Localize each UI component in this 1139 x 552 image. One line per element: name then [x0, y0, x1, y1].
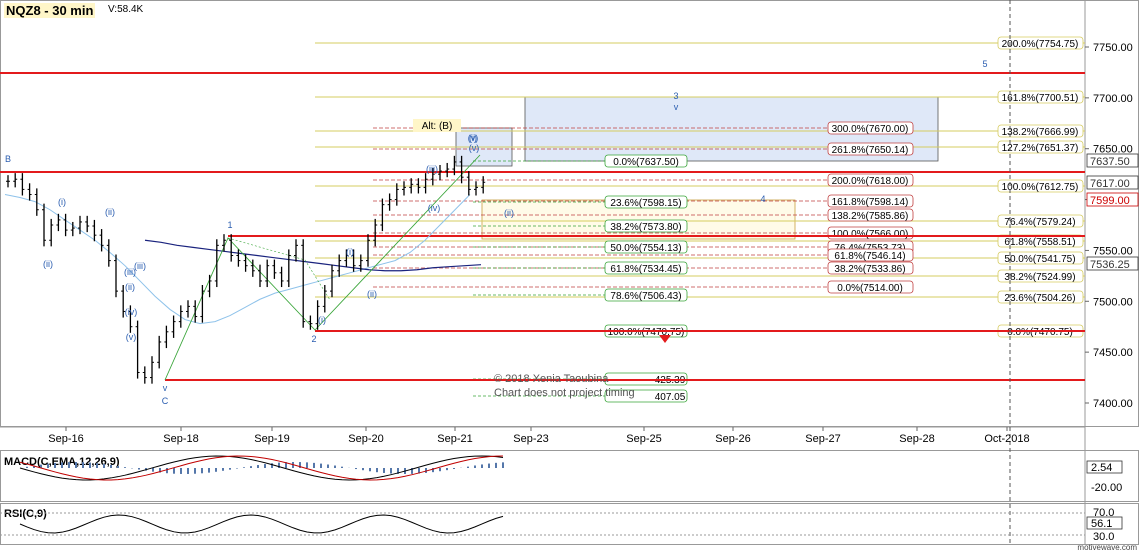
price-axis-label: 7500.00 — [1093, 296, 1133, 308]
fib-level-label: 76.4%(7579.24) — [1004, 217, 1075, 228]
fib-green-label: 23.6%(7598.15) — [610, 198, 681, 209]
wave-label: (ii) — [105, 207, 115, 217]
macd-tick-label: -20.00 — [1091, 482, 1122, 494]
fib-level-label: 138.2%(7666.99) — [1002, 127, 1079, 138]
wave-label: v — [163, 383, 168, 393]
wave-label: (v) — [126, 332, 137, 342]
time-axis-label: Sep-25 — [626, 433, 661, 445]
wave-label: (i) — [346, 247, 354, 257]
time-axis-label: Sep-16 — [48, 433, 83, 445]
wave-label: (v) — [468, 133, 479, 143]
rsi-panel-frame — [0, 503, 1139, 545]
time-axis-label: Sep-26 — [715, 433, 750, 445]
fib-level-label: 200.0%(7754.75) — [1002, 39, 1079, 50]
fib-red-label: 300.0%(7670.00) — [832, 124, 909, 135]
fib-green-label: 50.0%(7554.13) — [610, 243, 681, 254]
wave-label: (ii) — [125, 282, 135, 292]
price-badge-label: 7536.25 — [1090, 259, 1130, 271]
fib-red-label: 0.0%(7514.00) — [837, 283, 903, 294]
macd-panel-frame — [0, 450, 1139, 502]
wave-label: B — [5, 154, 11, 164]
time-axis-label: Sep-23 — [513, 433, 548, 445]
rsi-tick-label: 30.0 — [1093, 531, 1114, 543]
wave-label: 5 — [982, 59, 987, 69]
fib-level-label: 161.8%(7700.51) — [1002, 93, 1079, 104]
wave-label: (i) — [318, 315, 326, 325]
fib-red-label: 161.8%(7598.14) — [832, 197, 909, 208]
fib-lower-label: 407.05 — [655, 392, 686, 403]
symbol-title: NQZ8 - 30 min — [4, 3, 96, 18]
price-badge-label: 7599.00 — [1090, 195, 1130, 207]
brand-footer: motivewave.com — [1077, 543, 1137, 552]
fib-green-label: 38.2%(7573.80) — [610, 222, 681, 233]
price-axis-label: 7700.00 — [1093, 93, 1133, 105]
fib-green-label: 61.8%(7534.45) — [610, 264, 681, 275]
time-axis-label: Sep-20 — [348, 433, 383, 445]
wave-label: (ii) — [367, 289, 377, 299]
fib-green-label: 100.0%(7470.75) — [608, 327, 685, 338]
rsi-label: RSI(C,9) — [4, 508, 47, 520]
time-axis-label: Sep-18 — [163, 433, 198, 445]
wave-label: (iii) — [426, 164, 438, 174]
price-badge-label: 7617.00 — [1090, 178, 1130, 190]
fib-level-label: 127.2%(7651.37) — [1002, 143, 1079, 154]
fib-red-label: 200.0%(7618.00) — [832, 176, 909, 187]
price-badge-label: 7637.50 — [1090, 156, 1130, 168]
rsi-line — [19, 514, 504, 534]
wave-label: (i) — [58, 197, 66, 207]
price-axis-label: 7400.00 — [1093, 398, 1133, 410]
wave-label: (v) — [469, 143, 480, 153]
fib-red-label: 100.0%(7566.00) — [832, 229, 909, 240]
moving-average-dark — [144, 239, 482, 272]
fib-level-label: 100.0%(7612.75) — [1002, 182, 1079, 193]
wave-label: 1 — [227, 220, 232, 230]
wave-label: (iv) — [125, 307, 138, 317]
volume-readout: V:58.4K — [108, 4, 144, 15]
fib-level-label: 50.0%(7541.75) — [1004, 254, 1075, 265]
fib-level-label: 38.2%(7524.99) — [1004, 272, 1075, 283]
fib-red-label: 261.8%(7650.14) — [832, 145, 909, 156]
wave-label: Alt: (B) — [422, 121, 453, 132]
time-axis-label: Sep-28 — [899, 433, 934, 445]
price-axis-label: 7450.00 — [1093, 347, 1133, 359]
time-axis-label: Sep-27 — [805, 433, 840, 445]
fib-red-label: 38.2%(7533.86) — [834, 264, 905, 275]
macd-tick-label: 2.54 — [1091, 462, 1112, 474]
fib-red-label: 138.2%(7585.86) — [832, 211, 909, 222]
wave-label: (iii) — [134, 261, 146, 271]
fib-level-label: 0.0%(7470.75) — [1007, 327, 1073, 338]
timing-note: Chart does not project timing — [494, 387, 635, 399]
time-axis-label: Sep-21 — [437, 433, 472, 445]
wave-label: (ii) — [504, 208, 514, 218]
wave-line-dotted — [227, 237, 331, 301]
wave-label: C — [162, 396, 169, 406]
price-axis-label: 7750.00 — [1093, 42, 1133, 54]
wave-label: 4 — [760, 194, 765, 204]
rsi-tick-label: 56.1 — [1091, 518, 1112, 530]
time-axis-label: Sep-19 — [254, 433, 289, 445]
moving-average-light — [4, 193, 471, 325]
time-axis-label: Oct-2018 — [984, 433, 1029, 445]
fib-green-label: 78.6%(7506.43) — [610, 291, 681, 302]
price-axis-label: 7550.00 — [1093, 245, 1133, 257]
wave-label: (iv) — [428, 203, 441, 213]
fib-red-label: 61.8%(7546.14) — [834, 251, 905, 262]
price-chart[interactable]: 200.0%(7754.75) 161.8%(7700.51) 138.2%(766… — [0, 0, 1139, 552]
wave-label: (ii) — [43, 259, 53, 269]
wave-label: 3 — [673, 91, 678, 101]
copyright-note: © 2018 Xenia Taoubina — [494, 373, 609, 385]
fib-level-label: 23.6%(7504.26) — [1004, 293, 1075, 304]
wave-label: 2 — [311, 334, 316, 344]
wave-label: v — [674, 102, 679, 112]
fib-level-label: 61.8%(7558.51) — [1004, 237, 1075, 248]
fib-green-label: 0.0%(7637.50) — [613, 157, 679, 168]
down-arrow-icon — [659, 335, 671, 343]
